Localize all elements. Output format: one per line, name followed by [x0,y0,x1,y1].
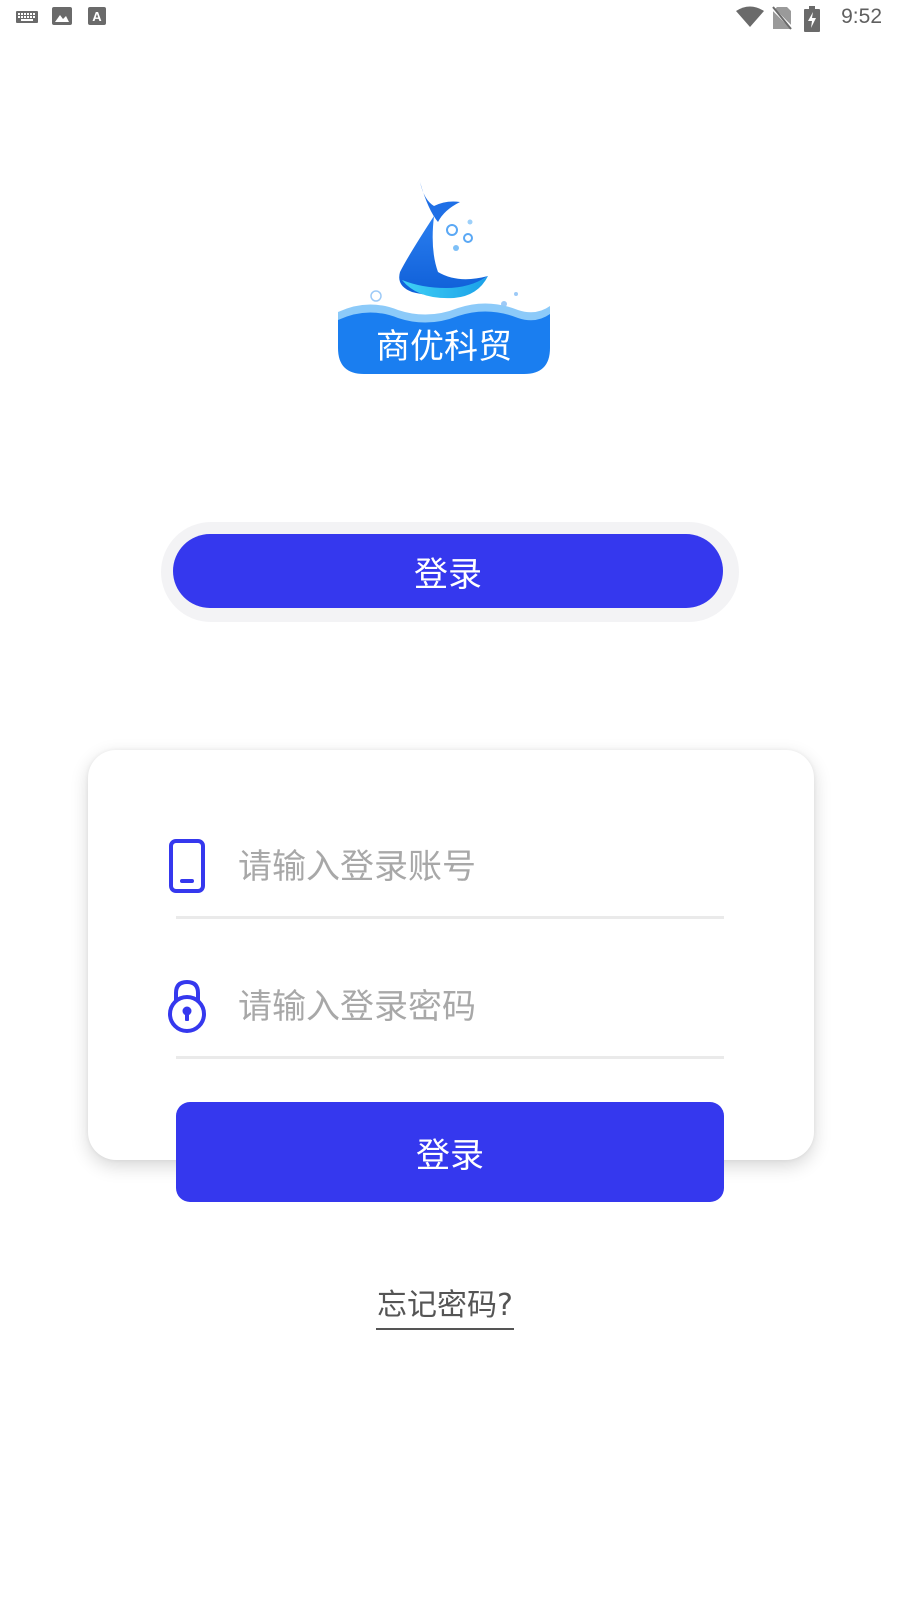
app-logo: 商优科贸 [338,176,550,382]
account-input[interactable] [238,842,708,892]
lock-icon [166,978,208,1034]
password-field [168,960,724,1059]
logo-text: 商优科贸 [376,327,512,367]
status-time: 9:52 [841,5,882,28]
keyboard-icon [16,6,38,30]
login-form-card [88,750,814,1160]
battery-charging-icon [804,6,820,36]
login-mode-tabs: 登录 [161,522,739,622]
image-icon [52,6,72,30]
tab-login[interactable]: 登录 [173,534,723,608]
login-submit-button[interactable]: 登录 [176,1102,724,1202]
account-field [169,820,724,919]
password-input[interactable] [238,982,708,1032]
font-a-icon: A [88,6,106,30]
wifi-icon [736,6,764,32]
status-bar: A 9:52 [0,0,900,36]
svg-text:A: A [92,9,102,24]
login-screen: A 9:52 商优科贸 登录 请输入登录账号 登录 忘记密码? [0,0,900,1600]
forgot-password-link[interactable]: 忘记密码? [376,1280,514,1330]
phone-icon [166,838,208,894]
no-sim-icon [770,6,794,34]
